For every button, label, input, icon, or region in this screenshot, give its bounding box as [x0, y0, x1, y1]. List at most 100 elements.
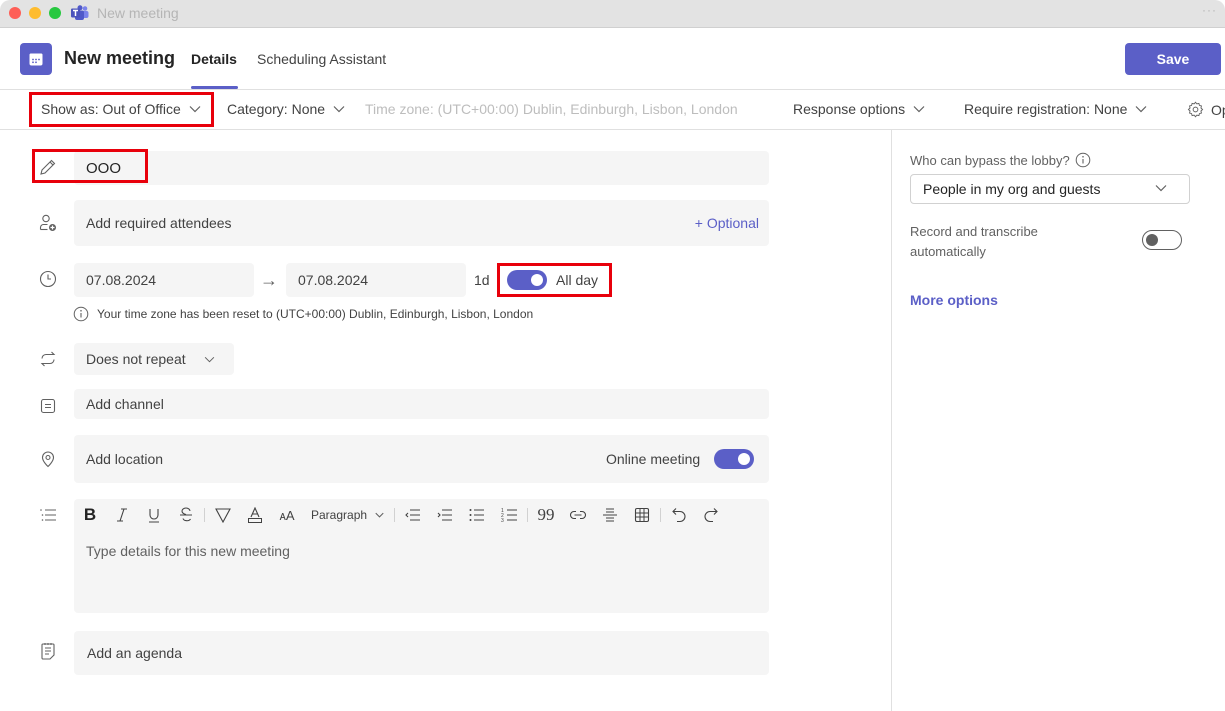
undo-icon	[672, 508, 686, 523]
start-date-input[interactable]: 07.08.2024	[74, 263, 254, 297]
quote-button[interactable]: 99	[530, 500, 562, 530]
highlighter-icon	[215, 508, 231, 523]
paragraph-label: Paragraph	[311, 508, 368, 522]
link-button[interactable]	[562, 500, 594, 530]
end-date-input[interactable]: 07.08.2024	[286, 263, 466, 297]
font-size-button[interactable]: ᴀA	[271, 500, 303, 530]
rich-text-toolbar: B ᴀA Paragraph 123 99	[74, 500, 727, 530]
page-title: New meeting	[64, 48, 176, 68]
agenda-icon	[38, 641, 58, 661]
options-label: Options	[1211, 101, 1225, 118]
decrease-indent-icon	[405, 509, 421, 521]
add-agenda-input[interactable]: Add an agenda	[74, 631, 769, 675]
window-titlebar: New meeting ···	[0, 0, 1225, 28]
maximize-window-button[interactable]	[49, 7, 61, 19]
repeat-value: Does not repeat	[86, 351, 186, 367]
category-label: Category: None	[227, 101, 326, 117]
category-dropdown[interactable]: Category: None	[227, 101, 345, 117]
more-icon[interactable]: ···	[1202, 3, 1217, 17]
horizontal-line-button[interactable]	[594, 500, 626, 530]
location-icon	[38, 449, 58, 469]
add-optional-attendees-link[interactable]: + Optional	[695, 215, 759, 231]
chevron-down-icon	[913, 106, 925, 113]
redo-button[interactable]	[695, 500, 727, 530]
timezone-notice: Your time zone has been reset to (UTC+00…	[73, 306, 533, 322]
lobby-bypass-dropdown[interactable]: People in my org and guests	[910, 174, 1190, 204]
chevron-down-icon	[204, 356, 214, 362]
strikethrough-button[interactable]	[170, 500, 202, 530]
decrease-indent-button[interactable]	[397, 500, 429, 530]
underline-button[interactable]	[138, 500, 170, 530]
response-options-label: Response options	[793, 101, 906, 117]
options-button[interactable]: Options	[1187, 101, 1225, 118]
chevron-down-icon	[375, 512, 384, 518]
chevron-down-icon	[1135, 106, 1147, 113]
paragraph-style-dropdown[interactable]: Paragraph	[303, 508, 392, 522]
link-icon	[570, 510, 587, 520]
meeting-header: New meeting Details Scheduling Assistant…	[0, 29, 1225, 90]
panel-divider	[891, 130, 892, 711]
meeting-options-toolbar: Show as: Out of Office Category: None Ti…	[0, 90, 1225, 130]
highlight-title	[32, 149, 148, 183]
clock-icon	[38, 269, 58, 289]
chevron-down-icon	[1155, 185, 1167, 192]
save-button[interactable]: Save	[1125, 43, 1221, 75]
lobby-value: People in my org and guests	[923, 181, 1101, 197]
details-placeholder: Type details for this new meeting	[86, 543, 290, 559]
response-options-dropdown[interactable]: Response options	[793, 101, 925, 117]
chevron-down-icon	[333, 106, 345, 113]
toggle-knob	[738, 453, 750, 465]
strikethrough-icon	[180, 507, 192, 522]
numbered-list-button[interactable]: 123	[493, 500, 525, 530]
tab-scheduling-assistant[interactable]: Scheduling Assistant	[257, 51, 386, 67]
toolbar-separator	[204, 508, 205, 522]
record-transcribe-label: Record and transcribe automatically	[910, 222, 1038, 262]
undo-button[interactable]	[663, 500, 695, 530]
italic-icon	[117, 508, 127, 522]
record-label-line2: automatically	[910, 244, 986, 259]
time-zone-selector: Time zone: (UTC+00:00) Dublin, Edinburgh…	[365, 101, 738, 117]
table-icon	[634, 507, 650, 523]
toolbar-separator	[660, 508, 662, 522]
redo-icon	[704, 508, 718, 523]
increase-indent-button[interactable]	[429, 500, 461, 530]
increase-indent-icon	[437, 509, 453, 521]
require-registration-dropdown[interactable]: Require registration: None	[964, 101, 1147, 117]
required-attendees-input[interactable]: Add required attendees + Optional	[74, 200, 769, 246]
require-registration-label: Require registration: None	[964, 101, 1128, 117]
arrow-right-icon: →	[260, 270, 278, 290]
lobby-label: Who can bypass the lobby?	[910, 152, 1091, 168]
repeat-dropdown[interactable]: Does not repeat	[74, 343, 234, 375]
active-tab-indicator	[191, 86, 238, 89]
toolbar-separator	[394, 508, 396, 522]
bulleted-list-button[interactable]	[461, 500, 493, 530]
close-window-button[interactable]	[9, 7, 21, 19]
info-icon[interactable]	[1075, 152, 1091, 168]
meeting-title-input[interactable]: OOO	[74, 151, 769, 185]
channel-icon	[38, 396, 58, 416]
gear-icon	[1187, 101, 1204, 118]
highlight-all-day	[497, 263, 612, 297]
online-meeting-label: Online meeting	[606, 451, 701, 467]
bulleted-list-icon	[469, 509, 485, 521]
online-meeting-toggle[interactable]	[714, 449, 754, 469]
insert-table-button[interactable]	[626, 500, 658, 530]
info-icon	[73, 306, 89, 322]
tab-details[interactable]: Details	[191, 51, 237, 67]
highlight-button[interactable]	[207, 500, 239, 530]
lobby-label-text: Who can bypass the lobby?	[910, 152, 1070, 168]
toolbar-separator	[527, 508, 529, 522]
italic-button[interactable]	[106, 500, 138, 530]
add-person-icon	[38, 213, 58, 233]
horizontal-line-icon	[603, 508, 618, 522]
teams-logo-icon	[71, 5, 89, 21]
font-color-button[interactable]	[239, 500, 271, 530]
more-options-link[interactable]: More options	[910, 292, 998, 308]
window-title: New meeting	[97, 5, 179, 21]
add-channel-input[interactable]: Add channel	[74, 389, 769, 419]
timezone-notice-text: Your time zone has been reset to (UTC+00…	[97, 307, 534, 321]
bold-button[interactable]: B	[74, 500, 106, 530]
record-label-line1: Record and transcribe	[910, 224, 1038, 239]
record-transcribe-toggle[interactable]	[1142, 230, 1182, 250]
minimize-window-button[interactable]	[29, 7, 41, 19]
